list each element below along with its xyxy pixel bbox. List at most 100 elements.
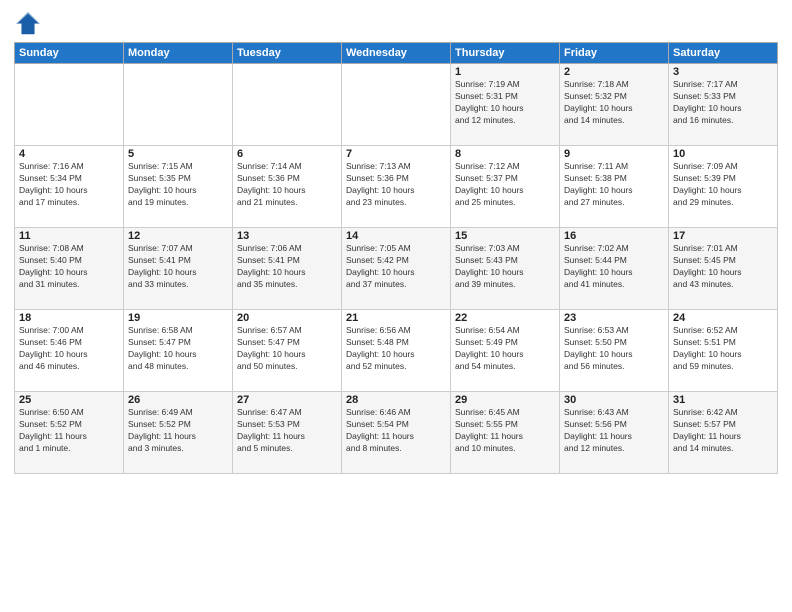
calendar-cell: 26Sunrise: 6:49 AM Sunset: 5:52 PM Dayli…	[124, 392, 233, 474]
calendar-cell: 2Sunrise: 7:18 AM Sunset: 5:32 PM Daylig…	[560, 64, 669, 146]
week-row-4: 18Sunrise: 7:00 AM Sunset: 5:46 PM Dayli…	[15, 310, 778, 392]
day-number: 30	[564, 394, 664, 406]
day-number: 10	[673, 148, 773, 160]
calendar-cell: 6Sunrise: 7:14 AM Sunset: 5:36 PM Daylig…	[233, 146, 342, 228]
day-number: 19	[128, 312, 228, 324]
day-number: 1	[455, 66, 555, 78]
week-row-1: 1Sunrise: 7:19 AM Sunset: 5:31 PM Daylig…	[15, 64, 778, 146]
day-number: 4	[19, 148, 119, 160]
day-info: Sunrise: 7:17 AM Sunset: 5:33 PM Dayligh…	[673, 79, 773, 127]
calendar-cell: 5Sunrise: 7:15 AM Sunset: 5:35 PM Daylig…	[124, 146, 233, 228]
calendar-cell: 3Sunrise: 7:17 AM Sunset: 5:33 PM Daylig…	[669, 64, 778, 146]
logo-icon	[14, 10, 42, 38]
day-header-saturday: Saturday	[669, 43, 778, 64]
day-info: Sunrise: 7:16 AM Sunset: 5:34 PM Dayligh…	[19, 161, 119, 209]
calendar-cell	[124, 64, 233, 146]
calendar-cell: 28Sunrise: 6:46 AM Sunset: 5:54 PM Dayli…	[342, 392, 451, 474]
day-info: Sunrise: 6:45 AM Sunset: 5:55 PM Dayligh…	[455, 407, 555, 455]
day-info: Sunrise: 6:47 AM Sunset: 5:53 PM Dayligh…	[237, 407, 337, 455]
day-number: 11	[19, 230, 119, 242]
day-info: Sunrise: 7:19 AM Sunset: 5:31 PM Dayligh…	[455, 79, 555, 127]
day-number: 7	[346, 148, 446, 160]
day-info: Sunrise: 6:58 AM Sunset: 5:47 PM Dayligh…	[128, 325, 228, 373]
day-number: 9	[564, 148, 664, 160]
day-info: Sunrise: 6:50 AM Sunset: 5:52 PM Dayligh…	[19, 407, 119, 455]
day-number: 31	[673, 394, 773, 406]
calendar-cell: 12Sunrise: 7:07 AM Sunset: 5:41 PM Dayli…	[124, 228, 233, 310]
week-row-3: 11Sunrise: 7:08 AM Sunset: 5:40 PM Dayli…	[15, 228, 778, 310]
calendar-cell: 19Sunrise: 6:58 AM Sunset: 5:47 PM Dayli…	[124, 310, 233, 392]
calendar-cell: 30Sunrise: 6:43 AM Sunset: 5:56 PM Dayli…	[560, 392, 669, 474]
page: SundayMondayTuesdayWednesdayThursdayFrid…	[0, 0, 792, 480]
calendar-cell: 1Sunrise: 7:19 AM Sunset: 5:31 PM Daylig…	[451, 64, 560, 146]
calendar-cell: 9Sunrise: 7:11 AM Sunset: 5:38 PM Daylig…	[560, 146, 669, 228]
day-header-friday: Friday	[560, 43, 669, 64]
week-row-2: 4Sunrise: 7:16 AM Sunset: 5:34 PM Daylig…	[15, 146, 778, 228]
day-number: 26	[128, 394, 228, 406]
day-info: Sunrise: 7:13 AM Sunset: 5:36 PM Dayligh…	[346, 161, 446, 209]
day-info: Sunrise: 7:06 AM Sunset: 5:41 PM Dayligh…	[237, 243, 337, 291]
day-number: 13	[237, 230, 337, 242]
day-number: 8	[455, 148, 555, 160]
day-info: Sunrise: 7:14 AM Sunset: 5:36 PM Dayligh…	[237, 161, 337, 209]
day-number: 22	[455, 312, 555, 324]
day-info: Sunrise: 7:18 AM Sunset: 5:32 PM Dayligh…	[564, 79, 664, 127]
calendar-cell: 17Sunrise: 7:01 AM Sunset: 5:45 PM Dayli…	[669, 228, 778, 310]
calendar-cell: 7Sunrise: 7:13 AM Sunset: 5:36 PM Daylig…	[342, 146, 451, 228]
calendar-cell: 27Sunrise: 6:47 AM Sunset: 5:53 PM Dayli…	[233, 392, 342, 474]
day-number: 17	[673, 230, 773, 242]
day-info: Sunrise: 6:53 AM Sunset: 5:50 PM Dayligh…	[564, 325, 664, 373]
week-row-5: 25Sunrise: 6:50 AM Sunset: 5:52 PM Dayli…	[15, 392, 778, 474]
day-number: 25	[19, 394, 119, 406]
day-number: 18	[19, 312, 119, 324]
day-number: 27	[237, 394, 337, 406]
logo	[14, 10, 46, 38]
day-number: 16	[564, 230, 664, 242]
day-number: 24	[673, 312, 773, 324]
calendar-cell: 20Sunrise: 6:57 AM Sunset: 5:47 PM Dayli…	[233, 310, 342, 392]
calendar-cell: 23Sunrise: 6:53 AM Sunset: 5:50 PM Dayli…	[560, 310, 669, 392]
calendar-cell: 8Sunrise: 7:12 AM Sunset: 5:37 PM Daylig…	[451, 146, 560, 228]
calendar-cell: 14Sunrise: 7:05 AM Sunset: 5:42 PM Dayli…	[342, 228, 451, 310]
day-info: Sunrise: 7:02 AM Sunset: 5:44 PM Dayligh…	[564, 243, 664, 291]
calendar-cell: 25Sunrise: 6:50 AM Sunset: 5:52 PM Dayli…	[15, 392, 124, 474]
day-info: Sunrise: 6:57 AM Sunset: 5:47 PM Dayligh…	[237, 325, 337, 373]
day-number: 3	[673, 66, 773, 78]
day-info: Sunrise: 7:09 AM Sunset: 5:39 PM Dayligh…	[673, 161, 773, 209]
day-info: Sunrise: 6:46 AM Sunset: 5:54 PM Dayligh…	[346, 407, 446, 455]
day-number: 23	[564, 312, 664, 324]
day-info: Sunrise: 7:11 AM Sunset: 5:38 PM Dayligh…	[564, 161, 664, 209]
day-number: 14	[346, 230, 446, 242]
day-info: Sunrise: 7:07 AM Sunset: 5:41 PM Dayligh…	[128, 243, 228, 291]
day-header-thursday: Thursday	[451, 43, 560, 64]
calendar-cell: 15Sunrise: 7:03 AM Sunset: 5:43 PM Dayli…	[451, 228, 560, 310]
day-info: Sunrise: 7:15 AM Sunset: 5:35 PM Dayligh…	[128, 161, 228, 209]
calendar-cell: 13Sunrise: 7:06 AM Sunset: 5:41 PM Dayli…	[233, 228, 342, 310]
day-info: Sunrise: 6:54 AM Sunset: 5:49 PM Dayligh…	[455, 325, 555, 373]
calendar-cell	[342, 64, 451, 146]
day-number: 28	[346, 394, 446, 406]
day-info: Sunrise: 7:01 AM Sunset: 5:45 PM Dayligh…	[673, 243, 773, 291]
calendar-cell: 21Sunrise: 6:56 AM Sunset: 5:48 PM Dayli…	[342, 310, 451, 392]
calendar-cell: 22Sunrise: 6:54 AM Sunset: 5:49 PM Dayli…	[451, 310, 560, 392]
day-number: 15	[455, 230, 555, 242]
day-info: Sunrise: 7:12 AM Sunset: 5:37 PM Dayligh…	[455, 161, 555, 209]
calendar-cell: 4Sunrise: 7:16 AM Sunset: 5:34 PM Daylig…	[15, 146, 124, 228]
day-number: 12	[128, 230, 228, 242]
calendar-cell: 18Sunrise: 7:00 AM Sunset: 5:46 PM Dayli…	[15, 310, 124, 392]
day-info: Sunrise: 6:56 AM Sunset: 5:48 PM Dayligh…	[346, 325, 446, 373]
calendar-table: SundayMondayTuesdayWednesdayThursdayFrid…	[14, 42, 778, 474]
day-number: 6	[237, 148, 337, 160]
calendar-cell	[233, 64, 342, 146]
day-header-monday: Monday	[124, 43, 233, 64]
day-number: 20	[237, 312, 337, 324]
day-number: 5	[128, 148, 228, 160]
day-info: Sunrise: 6:52 AM Sunset: 5:51 PM Dayligh…	[673, 325, 773, 373]
day-header-tuesday: Tuesday	[233, 43, 342, 64]
day-info: Sunrise: 7:08 AM Sunset: 5:40 PM Dayligh…	[19, 243, 119, 291]
day-number: 21	[346, 312, 446, 324]
day-number: 2	[564, 66, 664, 78]
day-number: 29	[455, 394, 555, 406]
day-header-wednesday: Wednesday	[342, 43, 451, 64]
calendar-cell: 10Sunrise: 7:09 AM Sunset: 5:39 PM Dayli…	[669, 146, 778, 228]
